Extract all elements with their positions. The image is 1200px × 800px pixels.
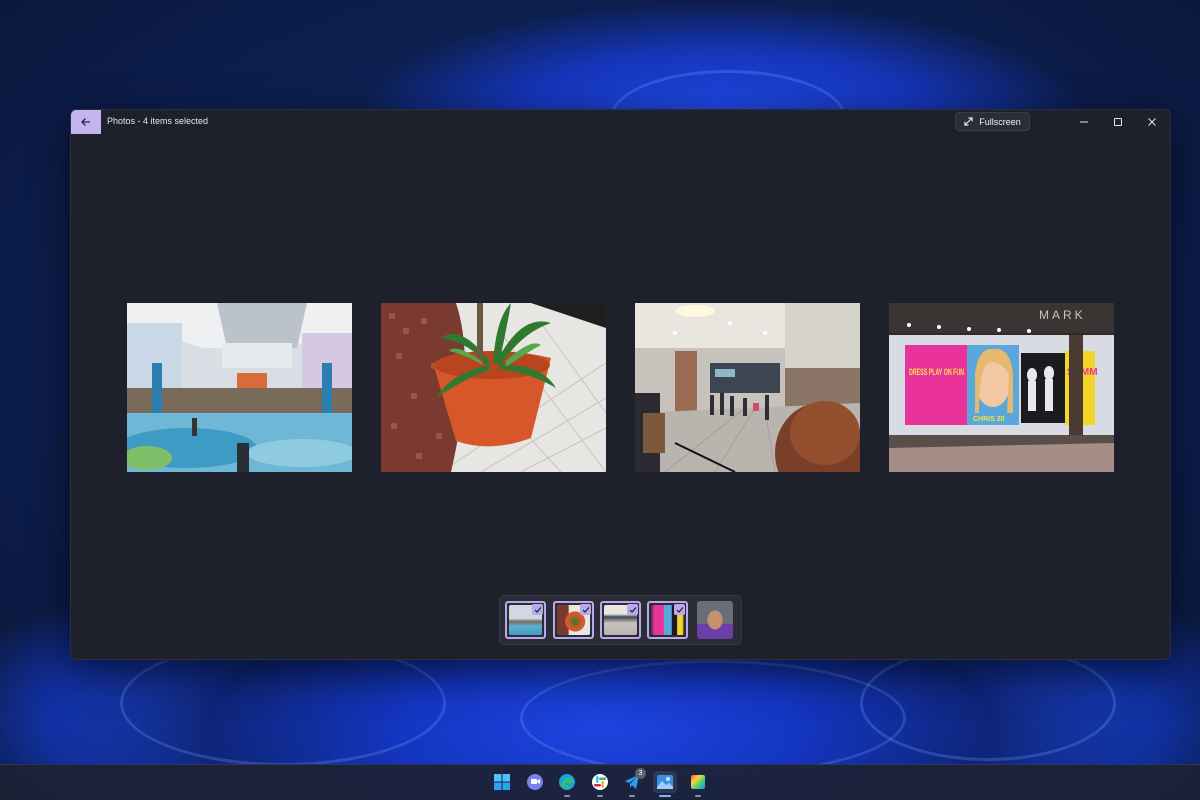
maximize-icon <box>1114 118 1122 126</box>
checkmark-icon <box>580 604 591 615</box>
edge-browser-icon <box>559 774 575 790</box>
poster-left-text: DRESS PLAY ON FUN <box>909 367 964 377</box>
taskbar: 3 <box>0 764 1200 800</box>
filmstrip <box>499 595 742 645</box>
filmstrip-thumb-store-window-posters[interactable] <box>647 601 688 639</box>
maximize-button[interactable] <box>1101 110 1135 134</box>
expand-icon <box>964 117 973 126</box>
photo-mall-atrium[interactable] <box>127 303 352 472</box>
minimize-button[interactable] <box>1067 110 1101 134</box>
running-indicator <box>695 795 701 797</box>
notification-badge: 3 <box>635 768 646 779</box>
checkmark-icon <box>674 604 685 615</box>
store-window-image: MARK DRESS PLAY ON FUN CHRIS 20 SUMM <box>889 303 1114 472</box>
photo-potted-plant[interactable] <box>381 303 606 472</box>
back-button[interactable] <box>71 110 101 134</box>
store-sign-text: MARK <box>1039 308 1086 322</box>
color-app-icon <box>691 775 705 789</box>
close-button[interactable] <box>1135 110 1169 134</box>
slack-button[interactable] <box>588 771 612 797</box>
poster-middle-text: CHRIS 20 <box>973 416 1005 423</box>
minimize-icon <box>1080 121 1088 123</box>
photos-app-button[interactable] <box>653 771 677 797</box>
filmstrip-thumb-person-selfie[interactable] <box>697 601 733 639</box>
running-indicator <box>629 795 635 797</box>
photos-window: Photos - 4 items selected Fullscreen MAR… <box>70 109 1171 660</box>
photos-app-icon <box>657 775 673 789</box>
checkmark-icon <box>627 604 638 615</box>
potted-plant-image <box>381 303 606 472</box>
running-indicator <box>564 795 570 797</box>
thumb-image <box>697 601 733 639</box>
active-indicator <box>659 795 671 797</box>
filmstrip-thumb-mall-atrium[interactable] <box>505 601 546 639</box>
back-arrow-icon <box>81 118 90 126</box>
windows-start-icon <box>494 774 510 790</box>
wallpaper-swirl <box>520 660 906 776</box>
close-icon <box>1148 118 1156 126</box>
mall-corridor-image <box>635 303 860 472</box>
window-title: Photos - 4 items selected <box>107 116 209 126</box>
photo-store-window-posters[interactable]: MARK DRESS PLAY ON FUN CHRIS 20 SUMM <box>889 303 1114 472</box>
slack-icon <box>592 774 608 790</box>
start-button[interactable] <box>490 771 514 793</box>
telegram-button[interactable]: 3 <box>620 768 646 797</box>
photo-mall-corridor-crowd[interactable] <box>635 303 860 472</box>
teams-chat-button[interactable] <box>523 771 547 793</box>
edge-browser-button[interactable] <box>555 771 579 797</box>
color-app-button[interactable] <box>686 771 710 797</box>
title-bar: Photos - 4 items selected Fullscreen <box>71 110 1170 134</box>
teams-chat-icon <box>527 774 543 790</box>
fullscreen-label: Fullscreen <box>979 116 1021 127</box>
running-indicator <box>597 795 603 797</box>
mall-atrium-image <box>127 303 352 472</box>
wallpaper-swirl <box>860 645 1116 761</box>
filmstrip-thumb-mall-corridor-crowd[interactable] <box>600 601 641 639</box>
fullscreen-button[interactable]: Fullscreen <box>955 112 1030 131</box>
checkmark-icon <box>532 604 543 615</box>
filmstrip-thumb-potted-plant[interactable] <box>553 601 594 639</box>
